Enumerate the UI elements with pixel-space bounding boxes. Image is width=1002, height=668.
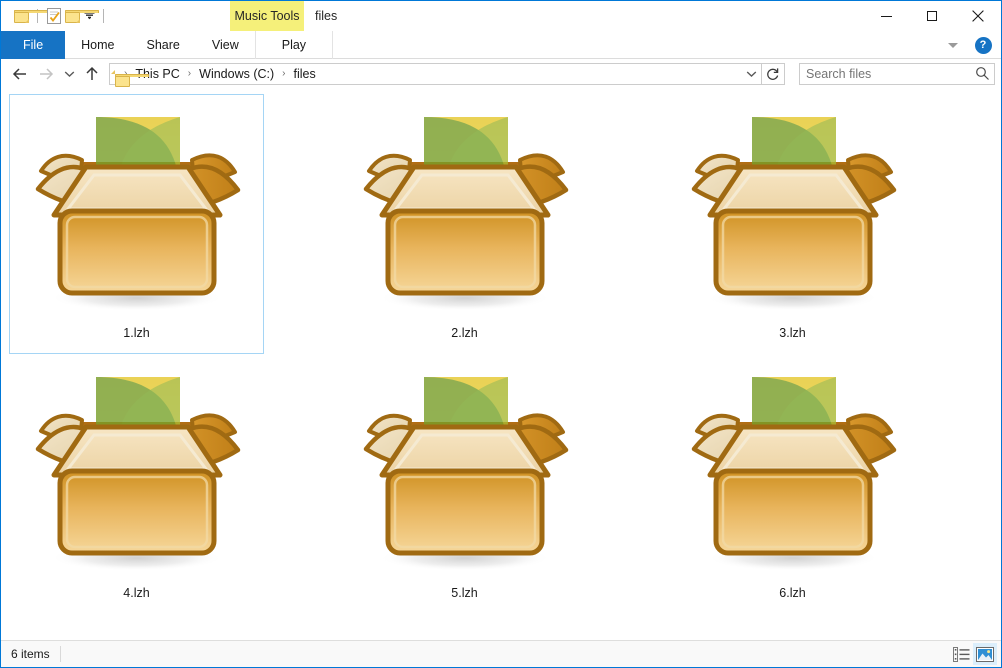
open-box-archive-graphic	[363, 117, 568, 311]
checkdoc-icon	[47, 8, 61, 24]
breadcrumb-separator: ›	[282, 68, 286, 79]
details-view-icon	[952, 646, 969, 662]
item-count-label: 6 items	[11, 646, 61, 662]
archive-icon	[24, 105, 250, 317]
icon-grid: 1.lzh 2.lzh 3.lzh 4.lzh 5.lzh 6.lzh	[9, 94, 1001, 614]
list-item[interactable]: 3.lzh	[665, 94, 920, 354]
ribbon-right-controls: ?	[939, 31, 997, 59]
qat-folder-icon[interactable]	[10, 5, 48, 27]
open-box-archive-graphic	[691, 377, 896, 571]
qat-customize-chevron[interactable]	[80, 5, 98, 27]
archive-icon	[352, 365, 578, 577]
arrow-left-icon	[12, 67, 26, 80]
chevron-down-icon	[84, 12, 94, 20]
close-button[interactable]	[955, 1, 1001, 31]
qat-checkdoc-icon[interactable]	[43, 5, 65, 27]
arrow-up-icon	[86, 66, 98, 80]
ribbon-tab-strip: File Home Share View Play ?	[1, 31, 1001, 59]
open-box-archive-graphic	[363, 377, 568, 571]
recent-locations-button[interactable]	[59, 62, 79, 86]
archive-icon	[680, 105, 906, 317]
status-bar: 6 items	[1, 640, 1001, 667]
address-dropdown-button[interactable]	[741, 64, 761, 84]
qat-folder-dropdown[interactable]	[65, 5, 99, 27]
maximize-button[interactable]	[909, 1, 955, 31]
question-mark-icon: ?	[974, 36, 992, 54]
magnifier-icon	[975, 67, 989, 80]
breadcrumb-separator: ›	[187, 68, 192, 79]
list-item-label: 5.lzh	[451, 586, 478, 600]
search-icon[interactable]	[970, 66, 994, 81]
chevron-down-icon	[64, 70, 74, 77]
chevron-down-icon	[948, 42, 958, 48]
help-button[interactable]: ?	[969, 33, 997, 57]
contextual-tab-group-label: Music Tools	[230, 1, 304, 31]
archive-icon	[24, 365, 250, 577]
tab-share[interactable]: Share	[131, 31, 196, 59]
close-icon	[972, 10, 984, 22]
search-box[interactable]	[799, 62, 995, 85]
list-item-label: 4.lzh	[123, 586, 150, 600]
refresh-icon	[767, 67, 779, 80]
list-item-label: 2.lzh	[451, 326, 478, 340]
breadcrumb-windows-c[interactable]: Windows (C:)	[196, 67, 277, 81]
chevron-down-icon	[746, 70, 756, 77]
list-item-label: 3.lzh	[779, 326, 806, 340]
qat-separator-2	[103, 9, 104, 23]
back-button[interactable]	[7, 62, 33, 86]
archive-icon	[352, 105, 578, 317]
tab-view[interactable]: View	[196, 31, 255, 59]
list-item[interactable]: 4.lzh	[9, 354, 264, 614]
breadcrumb-bar[interactable]: › This PC › Windows (C:) › files	[109, 62, 762, 87]
checkmark-icon	[49, 11, 60, 22]
file-explorer-window: Music Tools files File Home Share View P…	[0, 0, 1002, 668]
minimize-button[interactable]	[863, 1, 909, 31]
forward-button[interactable]	[33, 62, 59, 86]
tab-home[interactable]: Home	[65, 31, 130, 59]
arrow-right-icon	[40, 67, 54, 80]
file-list-view[interactable]: 1.lzh 2.lzh 3.lzh 4.lzh 5.lzh 6.lzh	[1, 88, 1001, 640]
window-controls	[863, 1, 1001, 31]
tab-file[interactable]: File	[1, 31, 66, 59]
details-view-button[interactable]	[949, 643, 973, 665]
list-item-label: 1.lzh	[123, 326, 150, 340]
tab-play[interactable]: Play	[254, 31, 334, 59]
folder-icon	[65, 9, 99, 23]
breadcrumb-files[interactable]: files	[291, 67, 319, 81]
archive-icon	[680, 365, 906, 577]
folder-icon	[13, 9, 48, 23]
list-item[interactable]: 6.lzh	[665, 354, 920, 614]
open-box-archive-graphic	[691, 117, 896, 311]
list-item[interactable]: 2.lzh	[337, 94, 592, 354]
address-bar: › This PC › Windows (C:) › files	[1, 59, 1001, 88]
list-item[interactable]: 5.lzh	[337, 354, 592, 614]
up-button[interactable]	[79, 62, 105, 86]
open-box-archive-graphic	[35, 377, 240, 571]
large-icons-view-icon	[976, 646, 994, 662]
list-item[interactable]: 1.lzh	[9, 94, 264, 354]
search-input[interactable]	[800, 66, 971, 81]
quick-access-toolbar	[1, 1, 109, 31]
window-title: files	[315, 9, 338, 23]
refresh-button[interactable]	[762, 62, 785, 85]
minimize-ribbon-button[interactable]	[939, 33, 967, 57]
list-item-label: 6.lzh	[779, 586, 806, 600]
large-icons-view-button[interactable]	[973, 643, 997, 665]
open-box-archive-graphic	[35, 117, 240, 311]
title-bar: Music Tools files	[1, 1, 1001, 31]
